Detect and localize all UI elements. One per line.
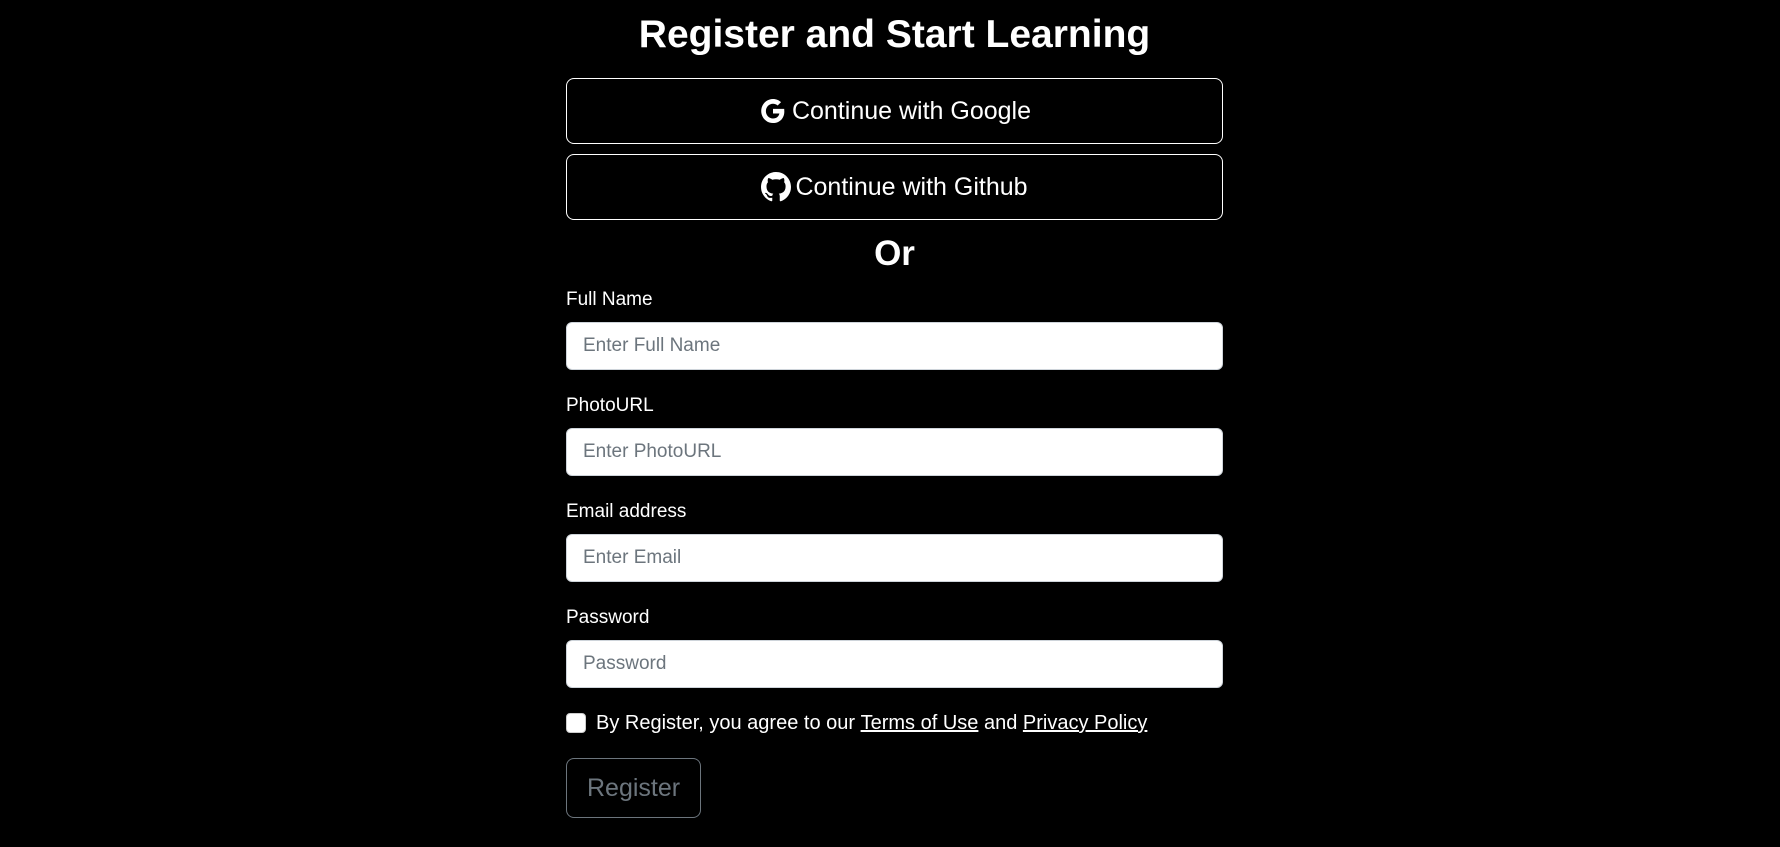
email-label: Email address — [566, 501, 687, 522]
continue-with-google-button[interactable]: Continue with Google — [566, 78, 1223, 144]
password-input[interactable] — [566, 640, 1223, 688]
email-input[interactable] — [566, 534, 1223, 582]
terms-middle-text: and — [978, 712, 1023, 734]
page-title: Register and Start Learning — [638, 13, 1151, 56]
password-label: Password — [566, 607, 650, 628]
terms-agreement: By Register, you agree to our Terms of U… — [566, 710, 1223, 736]
terms-prefix-text: By Register, you agree to our — [596, 712, 861, 734]
google-icon — [758, 96, 788, 126]
register-page: Register and Start Learning Continue wit… — [0, 0, 1780, 847]
terms-checkbox[interactable] — [566, 713, 586, 733]
register-form: Full Name PhotoURL Email address Passwor… — [566, 288, 1223, 818]
register-button[interactable]: Register — [566, 758, 702, 818]
photo-url-input[interactable] — [566, 428, 1223, 476]
continue-with-github-button[interactable]: Continue with Github — [566, 154, 1223, 220]
privacy-policy-link[interactable]: Privacy Policy — [1023, 710, 1147, 736]
terms-of-use-link[interactable]: Terms of Use — [861, 710, 979, 736]
github-button-label: Continue with Github — [795, 172, 1028, 201]
full-name-label: Full Name — [566, 289, 653, 310]
github-icon — [761, 172, 792, 202]
google-button-label: Continue with Google — [791, 96, 1032, 125]
or-divider: Or — [874, 234, 915, 273]
photo-url-label: PhotoURL — [566, 395, 654, 416]
register-container: Register and Start Learning Continue wit… — [566, 0, 1223, 818]
full-name-input[interactable] — [566, 322, 1223, 370]
